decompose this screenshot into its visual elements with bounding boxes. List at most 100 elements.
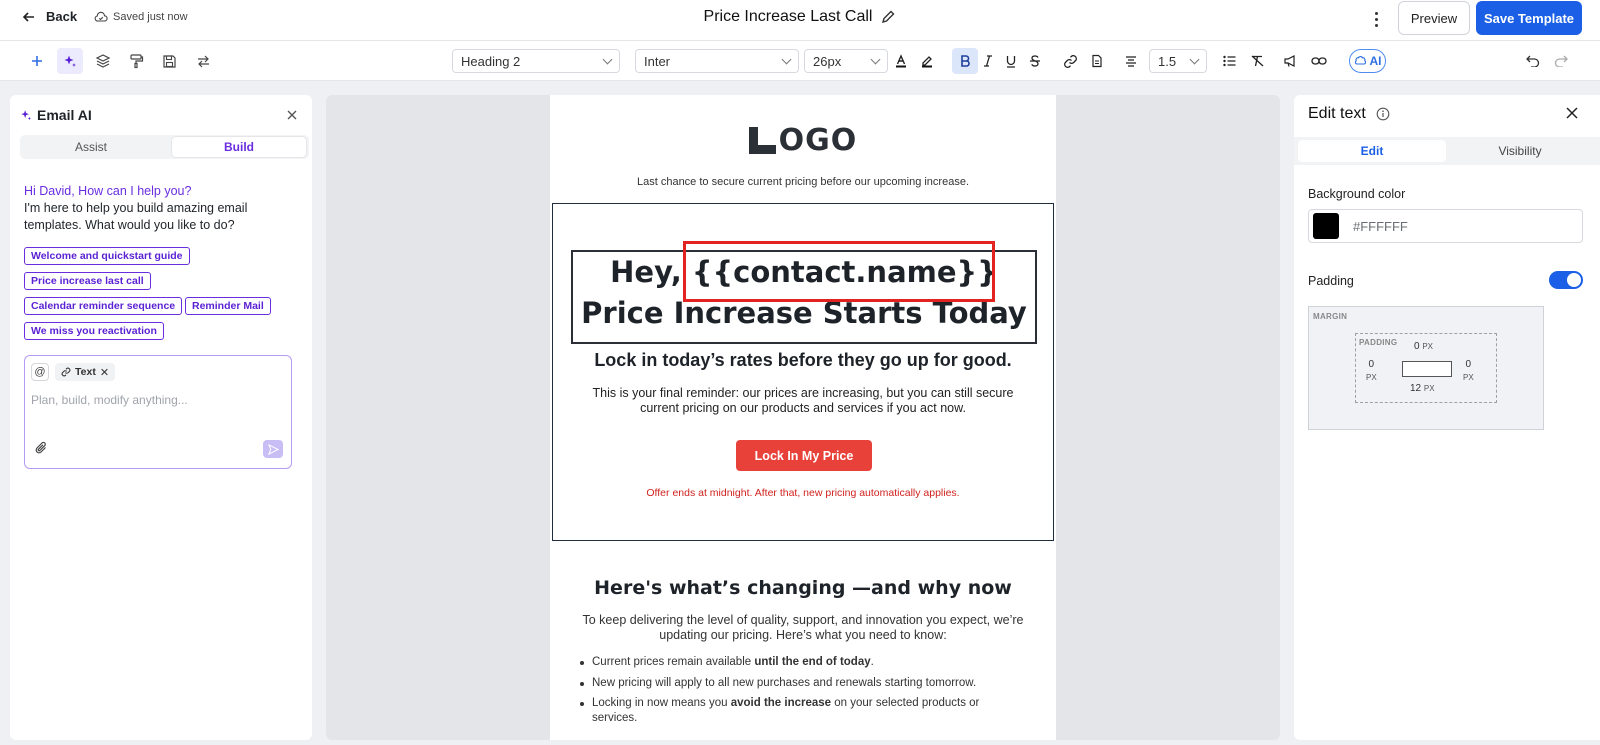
email-ai-panel: Email AI Assist Build Hi David, How can …	[10, 95, 312, 740]
redo-icon[interactable]	[1548, 48, 1574, 74]
headline[interactable]: Hey, {{contact.name}} Price Increase Sta…	[573, 252, 1035, 334]
padding-label: Padding	[1308, 274, 1354, 288]
suggestion-chip[interactable]: Calendar reminder sequence	[24, 297, 183, 315]
list-item[interactable]: New pricing will apply to all new purcha…	[580, 676, 1020, 691]
list-item-text: Locking in now means you	[592, 697, 731, 709]
back-button[interactable]: Back	[22, 9, 77, 24]
ai-brain-icon	[1354, 56, 1366, 65]
ai-prompt-input[interactable]	[31, 390, 281, 410]
greeting-intro: I'm here to help you build amazing email…	[24, 201, 248, 232]
background-color-field	[1308, 209, 1583, 243]
clear-format-icon[interactable]	[1244, 48, 1270, 74]
edit-visibility-tabs: Edit Visibility	[1294, 137, 1600, 165]
tab-edit[interactable]: Edit	[1298, 140, 1446, 162]
preheader-text[interactable]: Last chance to secure current pricing be…	[550, 176, 1056, 188]
add-icon[interactable]	[24, 48, 50, 74]
send-icon	[267, 443, 279, 455]
ai-sparkle-icon[interactable]	[57, 48, 83, 74]
chevron-down-icon	[602, 54, 613, 64]
padding-right-value[interactable]: 0 PX	[1463, 358, 1474, 384]
padding-left-value[interactable]: 0 PX	[1366, 358, 1377, 384]
link-icon[interactable]	[1057, 48, 1083, 74]
section-title[interactable]: Here's what’s changing —and why now	[550, 577, 1056, 599]
padding-toggle[interactable]	[1549, 271, 1583, 289]
font-family-select[interactable]: Inter	[635, 49, 799, 73]
padding-bottom-value[interactable]: 12 PX	[1410, 383, 1435, 394]
more-options-icon[interactable]	[1368, 8, 1384, 30]
cloud-check-icon	[94, 11, 108, 22]
block-style-select[interactable]: Heading 2	[452, 49, 620, 73]
megaphone-icon[interactable]	[1277, 48, 1303, 74]
logo-mark-icon	[748, 127, 776, 154]
highlighter-icon[interactable]	[914, 48, 940, 74]
underline-icon[interactable]	[998, 48, 1024, 74]
section-body[interactable]: To keep delivering the level of quality,…	[574, 613, 1032, 643]
tab-assist[interactable]: Assist	[22, 137, 160, 157]
logo[interactable]: OGO	[550, 123, 1056, 158]
assist-build-tabs: Assist Build	[20, 135, 309, 159]
selected-text-block[interactable]: Hey, {{contact.name}} Price Increase Sta…	[571, 241, 1037, 344]
remove-tag-icon[interactable]: ✕	[100, 366, 109, 379]
font-size-select[interactable]: 26px	[804, 49, 888, 73]
formatting-toolbar: Heading 2 Inter 26px 1.5 AI	[0, 41, 1600, 81]
ai-composer: @ Text ✕	[24, 355, 292, 469]
hero-body-text[interactable]: This is your final reminder: our prices …	[583, 386, 1023, 416]
ai-assist-button[interactable]: AI	[1349, 49, 1386, 73]
padding-top-number: 0	[1414, 341, 1420, 352]
list-item-text: Current prices remain available	[592, 656, 755, 668]
document-icon[interactable]	[1084, 48, 1110, 74]
tab-visibility[interactable]: Visibility	[1446, 140, 1594, 162]
padding-right-number: 0	[1465, 359, 1472, 370]
line-height-select[interactable]: 1.5	[1149, 49, 1207, 73]
background-color-input[interactable]	[1353, 218, 1553, 234]
padding-top-value[interactable]: 0 PX	[1414, 341, 1433, 352]
pencil-icon[interactable]	[880, 9, 896, 25]
suggestion-chip[interactable]: We miss you reactivation	[24, 322, 164, 340]
list-item-bold: until the end of today	[754, 656, 871, 668]
paperclip-icon[interactable]	[34, 441, 48, 455]
offer-note[interactable]: Offer ends at midnight. After that, new …	[553, 487, 1053, 499]
send-button[interactable]	[263, 440, 283, 458]
save-status-text: Saved just now	[113, 11, 188, 23]
lock-in-price-button[interactable]: Lock In My Price	[736, 440, 872, 471]
unit-label: PX	[1423, 384, 1435, 393]
hero-section[interactable]: Hey, {{contact.name}} Price Increase Sta…	[552, 203, 1054, 541]
list-item-text: New pricing will apply to all new purcha…	[592, 676, 977, 689]
link-chain-icon[interactable]	[1306, 48, 1332, 74]
subheadline[interactable]: Lock in today’s rates before they go up …	[553, 350, 1053, 371]
close-icon[interactable]	[285, 108, 299, 122]
suggestion-chip[interactable]: Price increase last call	[24, 272, 151, 290]
strikethrough-icon[interactable]	[1022, 48, 1048, 74]
suggestion-chip[interactable]: Welcome and quickstart guide	[24, 247, 190, 265]
mention-button[interactable]: @	[31, 363, 49, 381]
swap-icon[interactable]	[190, 48, 216, 74]
unit-label: PX	[1463, 373, 1474, 382]
template-title[interactable]: Price Increase Last Call	[704, 8, 873, 26]
bullet-list-icon[interactable]	[1216, 48, 1242, 74]
layers-icon[interactable]	[90, 48, 116, 74]
undo-icon[interactable]	[1520, 48, 1546, 74]
list-item[interactable]: Current prices remain available until th…	[580, 655, 1020, 670]
list-item[interactable]: Locking in now means you avoid the incre…	[580, 696, 1020, 725]
close-icon[interactable]	[1564, 105, 1580, 121]
spacing-box-model: MARGIN PADDING 0 PX 0 PX 0 PX 12 PX	[1308, 306, 1544, 430]
align-center-icon[interactable]	[1118, 48, 1144, 74]
save-disk-icon[interactable]	[156, 48, 182, 74]
block-style-value: Heading 2	[461, 53, 521, 69]
template-title-wrap: Price Increase Last Call	[0, 8, 1600, 26]
suggestion-chip[interactable]: Reminder Mail	[185, 297, 271, 315]
info-icon[interactable]	[1376, 107, 1390, 121]
save-template-button[interactable]: Save Template	[1476, 1, 1582, 35]
preview-button[interactable]: Preview	[1398, 1, 1470, 35]
text-color-icon[interactable]	[888, 48, 914, 74]
unit-label: PX	[1366, 373, 1377, 382]
tab-build[interactable]: Build	[172, 137, 306, 157]
color-swatch[interactable]	[1313, 213, 1339, 239]
ai-sparkle-icon	[21, 110, 32, 121]
padding-box: PADDING 0 PX 0 PX 0 PX 12 PX	[1355, 333, 1497, 403]
email-body: OGO Last chance to secure current pricin…	[550, 95, 1056, 740]
contact-name-variable[interactable]: {{contact.name}}	[692, 255, 998, 289]
background-color-label: Background color	[1308, 187, 1406, 201]
padding-bottom-number: 12	[1410, 383, 1422, 394]
paint-roller-icon[interactable]	[123, 48, 149, 74]
